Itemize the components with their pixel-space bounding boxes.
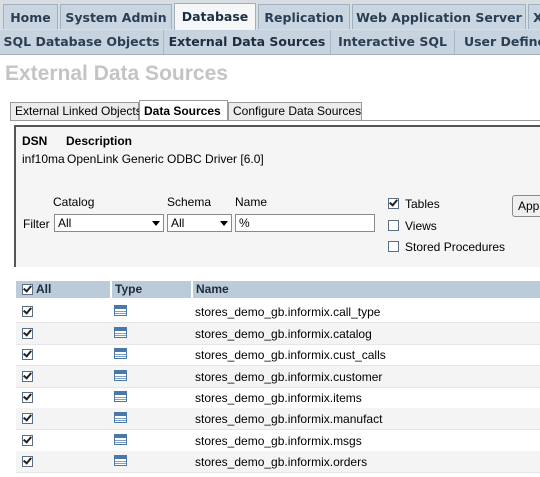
row-checkbox[interactable] (22, 456, 33, 467)
table-icon (114, 305, 127, 316)
tab-user-defined[interactable]: User Define (455, 30, 540, 54)
row-checkbox[interactable] (22, 371, 33, 382)
table-row: stores_demo_gb.informix.items (16, 387, 540, 409)
main-nav: Home System Admin Database Replication W… (0, 0, 540, 30)
table-icon (114, 455, 127, 466)
table-name[interactable]: stores_demo_gb.informix.catalog (195, 327, 372, 341)
table-name[interactable]: stores_demo_gb.informix.manufact (195, 412, 382, 426)
table-name[interactable]: stores_demo_gb.informix.call_type (195, 305, 380, 319)
subtab-configure-data-sources[interactable]: Configure Data Sources (228, 102, 362, 120)
dsn-label: DSN (22, 134, 48, 148)
row-checkbox[interactable] (22, 413, 33, 424)
row-checkbox[interactable] (22, 349, 33, 360)
table-row: stores_demo_gb.informix.manufact (16, 408, 540, 430)
filter-label: Filter (23, 217, 50, 231)
table-name[interactable]: stores_demo_gb.informix.cust_calls (195, 348, 386, 362)
tab-more[interactable]: X (528, 4, 540, 29)
name-input[interactable]: % (235, 214, 375, 232)
header-all-label: All (36, 282, 52, 296)
chevron-down-icon (152, 221, 160, 226)
table-row: stores_demo_gb.informix.catalog (16, 323, 540, 345)
tab-sql-database-objects[interactable]: SQL Database Objects (0, 30, 164, 54)
views-label: Views (405, 219, 437, 233)
table-icon (114, 370, 127, 381)
tab-replication[interactable]: Replication (258, 4, 350, 29)
table-header: All Type Name (16, 281, 540, 298)
catalog-select-value: All (58, 216, 72, 230)
tab-web-application-server[interactable]: Web Application Server (352, 4, 526, 29)
table-icon (114, 391, 127, 402)
table-row: stores_demo_gb.informix.customer (16, 366, 540, 388)
tables-checkbox[interactable] (388, 198, 399, 209)
schema-label: Schema (167, 195, 212, 209)
subtab-data-sources[interactable]: Data Sources (139, 100, 228, 121)
table-icon (114, 434, 127, 445)
table-icon (114, 327, 127, 338)
table-icon (114, 348, 127, 359)
tab-interactive-sql[interactable]: Interactive SQL (331, 30, 455, 54)
name-label: Name (235, 195, 268, 209)
table-row: stores_demo_gb.informix.cust_calls (16, 344, 540, 366)
tab-external-data-sources[interactable]: External Data Sources (164, 30, 331, 54)
schema-select[interactable]: All (167, 214, 232, 232)
subtab-external-linked-objects[interactable]: External Linked Objects (10, 102, 142, 120)
table-row: stores_demo_gb.informix.call_type (16, 301, 540, 323)
tables-label: Tables (405, 197, 440, 211)
schema-select-value: All (171, 216, 185, 230)
chevron-down-icon (220, 221, 228, 226)
subtab-divider (10, 120, 540, 121)
row-checkbox[interactable] (22, 306, 33, 317)
sub-nav: SQL Database Objects External Data Sourc… (0, 30, 540, 55)
header-name[interactable]: Name (193, 281, 540, 298)
table-name[interactable]: stores_demo_gb.informix.msgs (195, 434, 362, 448)
table-name[interactable]: stores_demo_gb.informix.orders (195, 455, 367, 469)
header-all[interactable]: All (16, 281, 112, 298)
dsn-value: inf10ma (22, 152, 65, 166)
stored-procedures-label: Stored Procedures (405, 240, 506, 254)
tab-system-admin[interactable]: System Admin (60, 4, 172, 29)
row-checkbox[interactable] (22, 392, 33, 403)
catalog-label: Catalog (53, 195, 95, 209)
catalog-select[interactable]: All (54, 214, 164, 232)
datasource-panel: DSN Description inf10ma OpenLink Generic… (14, 125, 540, 267)
row-checkbox[interactable] (22, 328, 33, 339)
tab-database[interactable]: Database (174, 3, 256, 30)
description-label: Description (66, 134, 133, 148)
page-title: External Data Sources (5, 62, 228, 85)
views-checkbox[interactable] (388, 220, 399, 231)
stored-procedures-checkbox[interactable] (388, 241, 399, 252)
table-name[interactable]: stores_demo_gb.informix.items (195, 391, 362, 405)
table-row: stores_demo_gb.informix.orders (16, 451, 540, 473)
description-value: OpenLink Generic ODBC Driver [6.0] (67, 152, 264, 166)
table-row: stores_demo_gb.informix.msgs (16, 430, 540, 452)
table-name[interactable]: stores_demo_gb.informix.customer (195, 370, 382, 384)
select-all-checkbox[interactable] (22, 284, 33, 295)
table-icon (114, 412, 127, 423)
header-type[interactable]: Type (112, 281, 193, 298)
apply-button[interactable]: Apply (512, 195, 540, 217)
row-checkbox[interactable] (22, 435, 33, 446)
tab-home[interactable]: Home (3, 4, 58, 29)
